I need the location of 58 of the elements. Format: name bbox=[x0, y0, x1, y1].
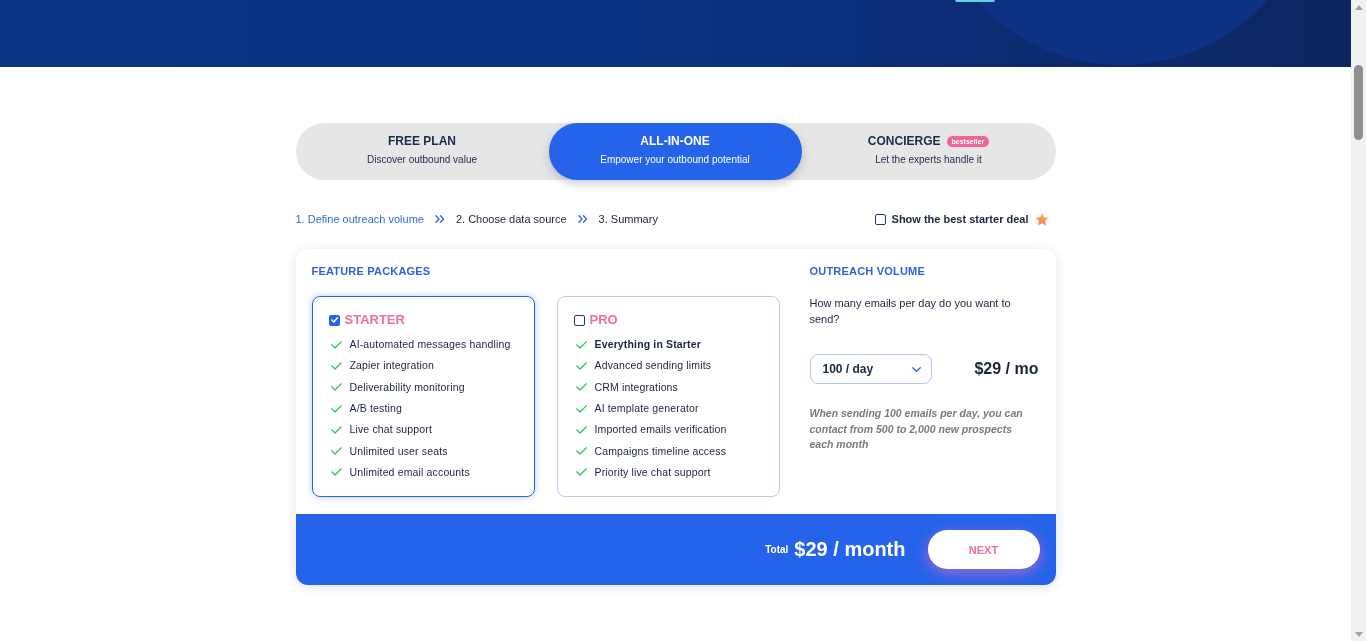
star-icon bbox=[1034, 212, 1049, 226]
package-title: PRO bbox=[589, 312, 618, 328]
check-icon bbox=[575, 340, 587, 349]
feature-text: Imported emails verification bbox=[594, 423, 727, 437]
info-note: When sending 100 emails per day, you can contact from 500 to 2,000 new prospects each month bbox=[809, 406, 1024, 452]
check-icon bbox=[575, 425, 587, 434]
step-label: 3. Summary bbox=[598, 212, 658, 226]
check-icon bbox=[575, 383, 587, 392]
arrow-down-icon[interactable] bbox=[1354, 632, 1363, 637]
total-amount: $29 / month bbox=[794, 538, 906, 561]
check-icon bbox=[575, 468, 587, 477]
deal-label[interactable]: Show the best starter deal bbox=[891, 212, 1029, 226]
checkbox[interactable] bbox=[328, 314, 340, 326]
plan-tab[interactable]: ALL-IN-ONE Empower your outbound potential bbox=[548, 123, 802, 180]
section-heading: FEATURE PACKAGES bbox=[311, 265, 432, 278]
check-icon bbox=[330, 468, 342, 477]
step-label: 1. Define outreach volume bbox=[295, 212, 424, 226]
feature-text: Zapier integration bbox=[349, 359, 434, 373]
check-icon bbox=[330, 404, 342, 413]
double-chevron-icon bbox=[577, 215, 588, 223]
check-icon bbox=[330, 383, 342, 392]
chevron-down-icon bbox=[911, 366, 921, 372]
feature-text: Everything in Starter bbox=[594, 338, 701, 352]
package-card[interactable]: PRO Everything in Starter Advanced sending limits CRM integrations AI template generator Imported emails verification Campaigns timeline access Priority live chat support bbox=[556, 296, 780, 497]
package-title: STARTER bbox=[344, 312, 405, 328]
check-icon bbox=[575, 361, 587, 370]
double-chevron-icon bbox=[434, 215, 445, 223]
feature-text: Deliverability monitoring bbox=[349, 380, 465, 394]
feature-text: Advanced sending limits bbox=[594, 359, 712, 373]
section-heading: OUTREACH VOLUME bbox=[809, 265, 926, 278]
feature-text: AI-automated messages handling bbox=[349, 338, 511, 352]
feature-text: Unlimited user seats bbox=[349, 444, 448, 458]
arrow-up-icon[interactable] bbox=[1354, 5, 1363, 10]
scrollbar[interactable] bbox=[1351, 0, 1366, 641]
check-icon bbox=[330, 361, 342, 370]
check-icon bbox=[330, 340, 342, 349]
scrollbar-thumb[interactable] bbox=[1354, 65, 1363, 140]
package-card[interactable]: STARTER AI-automated messages handling Zapier integration Deliverability monitoring A/B testing Live chat support Unlimited user seats Unlimited email accounts bbox=[311, 296, 535, 497]
feature-text: Campaigns timeline access bbox=[594, 444, 727, 458]
volume-select[interactable]: 100 / day bbox=[809, 354, 932, 384]
question-text: How many emails per day do you want to send? bbox=[809, 296, 1012, 327]
feature-text: CRM integrations bbox=[594, 380, 678, 394]
price-text: $29 / mo bbox=[974, 360, 1039, 378]
checkbox[interactable] bbox=[874, 213, 886, 225]
line-drawing bbox=[955, 0, 995, 2]
feature-text: AI template generator bbox=[594, 402, 699, 416]
feature-text: A/B testing bbox=[349, 402, 402, 416]
feature-text: Priority live chat support bbox=[594, 465, 711, 479]
feature-text: Live chat support bbox=[349, 423, 432, 437]
check-icon bbox=[330, 447, 342, 456]
checkbox[interactable] bbox=[573, 314, 585, 326]
total-label: Total bbox=[765, 544, 789, 555]
check-icon bbox=[330, 425, 342, 434]
feature-text: Unlimited email accounts bbox=[349, 465, 470, 479]
plan-tab[interactable]: FREE PLAN Discover outbound value bbox=[295, 123, 549, 180]
step-label: 2. Choose data source bbox=[455, 212, 567, 226]
check-icon bbox=[575, 404, 587, 413]
check-icon bbox=[575, 447, 587, 456]
